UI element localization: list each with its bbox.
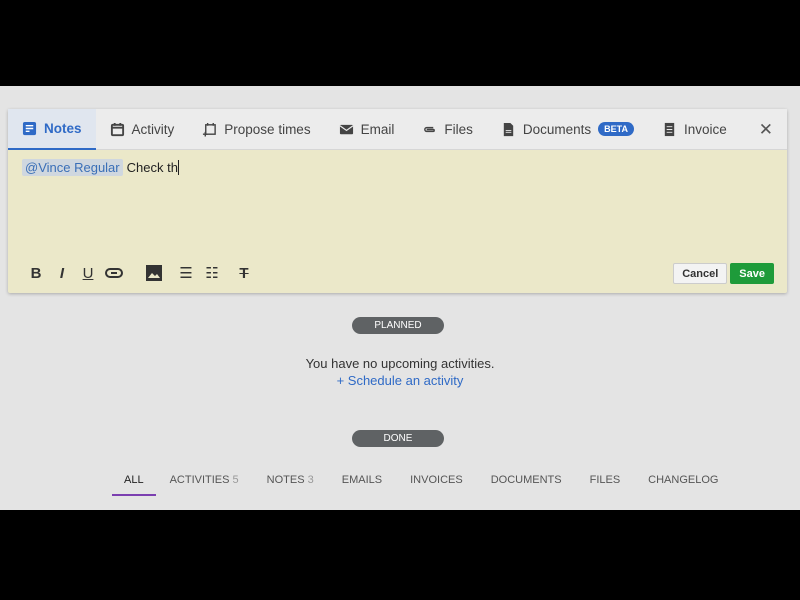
italic-button[interactable]: I [50,262,74,284]
tab-propose-times[interactable]: Propose times [188,109,324,150]
filter-invoices[interactable]: INVOICES [396,474,477,496]
note-icon [22,121,37,135]
paperclip-icon [424,126,436,132]
numbered-list-icon[interactable]: ☷ [200,262,224,284]
planned-pill: PLANNED [352,317,444,334]
mention-chip: @Vince Regular [22,159,123,176]
composer-card: Notes Activity Propose times Email Files… [8,108,787,293]
bold-button[interactable]: B [24,262,48,284]
filter-notes[interactable]: NOTES 3 [253,474,328,496]
link-icon[interactable] [102,262,126,284]
filter-all[interactable]: ALL [112,474,156,496]
note-text: Check th [126,160,179,175]
empty-message: You have no upcoming activities. [305,356,495,371]
invoice-icon [664,122,675,136]
tab-files[interactable]: Files [408,109,487,150]
calendar-icon [110,122,124,136]
clear-format-icon[interactable]: T [232,262,256,284]
underline-button[interactable]: U [76,262,100,284]
image-icon[interactable] [142,262,166,284]
envelope-icon [339,124,353,134]
beta-badge: BETA [598,122,634,136]
document-icon [503,122,514,136]
schedule-activity-link[interactable]: + Schedule an activity [0,373,800,388]
tab-email[interactable]: Email [325,109,409,150]
filter-changelog[interactable]: CHANGELOG [634,474,732,496]
filter-files[interactable]: FILES [576,474,635,496]
history-filter-tabs: ALL ACTIVITIES 5 NOTES 3 EMAILS INVOICES… [112,474,732,496]
composer-actions: Cancel Save [673,263,774,284]
tab-notes[interactable]: Notes [8,108,96,150]
composer-tabs: Notes Activity Propose times Email Files… [8,108,787,150]
save-button[interactable]: Save [730,263,774,284]
tab-documents[interactable]: Documents BETA [487,109,648,150]
filter-activities[interactable]: ACTIVITIES 5 [156,474,253,496]
cancel-button[interactable]: Cancel [673,263,728,284]
filter-documents[interactable]: DOCUMENTS [477,474,576,496]
done-pill: DONE [352,430,444,447]
format-toolbar: B I U ☰ ☷ T [24,262,258,284]
filter-emails[interactable]: EMAILS [328,474,396,496]
note-editor[interactable]: @Vince Regular Check th [8,150,787,250]
bullet-list-icon[interactable]: ☰ [174,262,198,284]
tab-invoice[interactable]: Invoice [648,109,741,150]
tab-activity[interactable]: Activity [96,109,189,150]
close-icon[interactable]: ✕ [759,120,773,140]
calendar-plus-icon [203,122,217,137]
app: Notes Activity Propose times Email Files… [0,86,800,510]
